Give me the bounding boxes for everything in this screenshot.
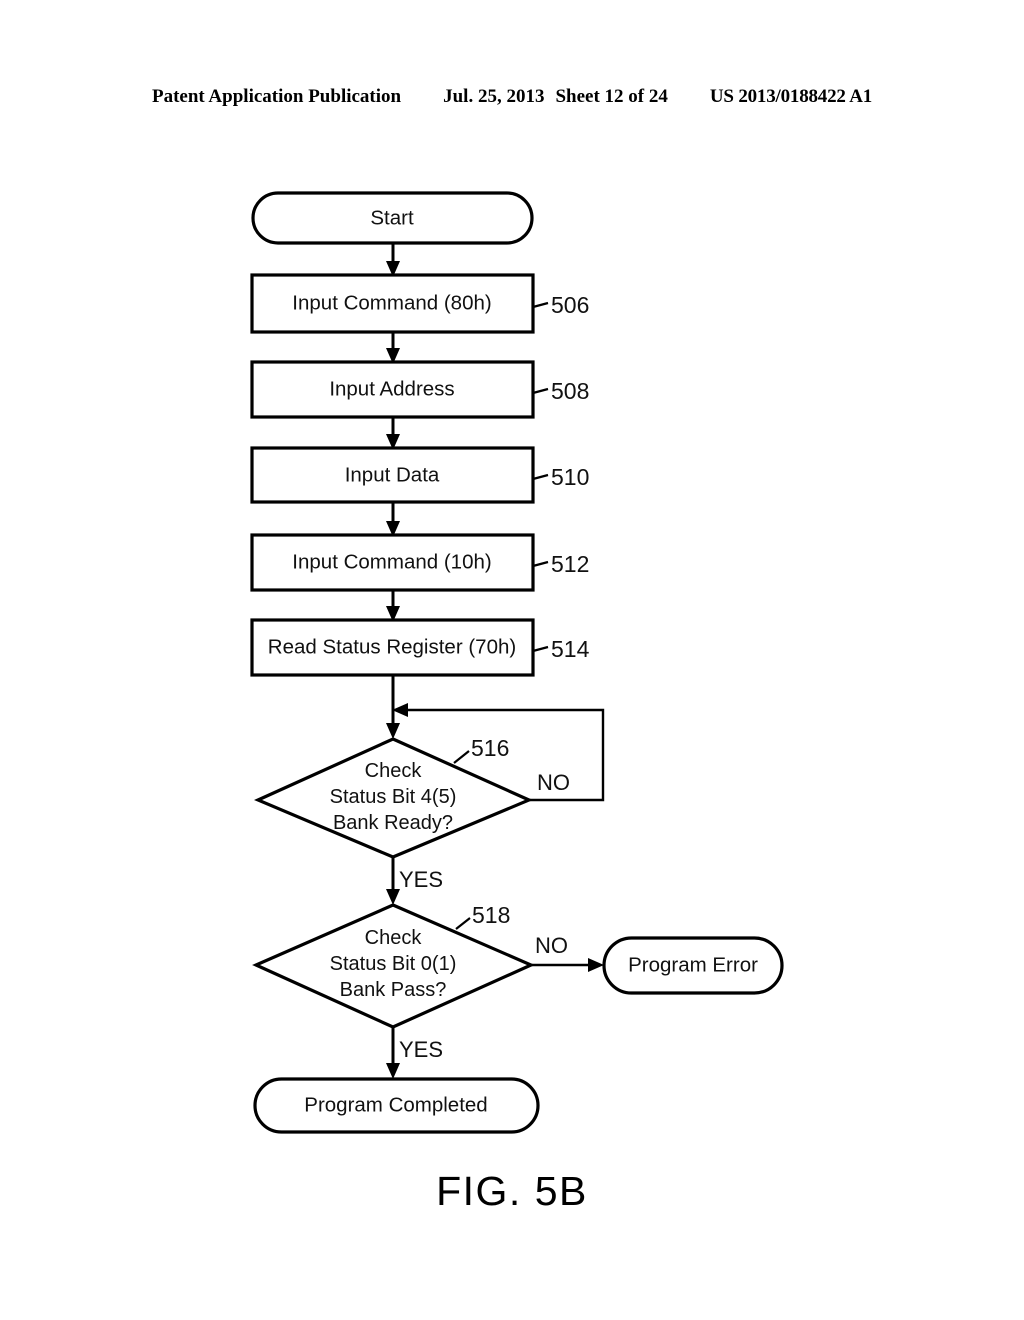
ref-number-512: 512	[551, 551, 589, 577]
ref-number-516: 516	[471, 735, 509, 761]
ref-number-506: 506	[551, 292, 589, 318]
connector-510-to-512	[386, 502, 400, 537]
decision-518-line2: Status Bit 0(1)	[330, 953, 457, 975]
node-program-error-label: Program Error	[628, 953, 758, 976]
branch-label-516-yes: YES	[399, 867, 443, 892]
branch-label-518-yes: YES	[399, 1037, 443, 1062]
node-514-label: Read Status Register (70h)	[268, 635, 516, 658]
connector-start-to-506	[386, 243, 400, 277]
patent-figure-page: Patent Application Publication Jul. 25, …	[0, 0, 1024, 1320]
decision-check-status-bit-4-5-bank-ready: Check Status Bit 4(5) Bank Ready? 516 NO…	[254, 735, 570, 892]
ref-number-508: 508	[551, 378, 589, 404]
ref-number-510: 510	[551, 464, 589, 490]
decision-518-line1: Check	[365, 927, 423, 949]
connector-508-to-510	[386, 417, 400, 450]
node-program-completed: Program Completed	[253, 1077, 540, 1134]
node-program-completed-label: Program Completed	[304, 1093, 487, 1116]
ref-number-514: 514	[551, 636, 590, 662]
decision-518-line3: Bank Pass?	[340, 979, 447, 1001]
node-input-address: Input Address 508	[250, 360, 589, 419]
ref-number-518: 518	[472, 902, 510, 928]
node-input-data: Input Data 510	[250, 446, 589, 504]
connector-512-to-514	[386, 590, 400, 622]
node-512-label: Input Command (10h)	[292, 550, 491, 573]
node-read-status-register-70h: Read Status Register (70h) 514	[250, 618, 590, 677]
branch-label-516-no: NO	[537, 770, 570, 795]
node-input-command-10h: Input Command (10h) 512	[250, 533, 589, 592]
connector-514-to-516	[386, 675, 400, 739]
node-start-label: Start	[370, 206, 414, 229]
node-506-label: Input Command (80h)	[292, 291, 491, 314]
decision-516-line3: Bank Ready?	[333, 812, 453, 834]
decision-check-status-bit-0-1-bank-pass: Check Status Bit 0(1) Bank Pass? 518 NO …	[252, 902, 568, 1062]
connector-506-to-508	[386, 332, 400, 364]
node-program-error: Program Error	[602, 936, 784, 995]
decision-516-line1: Check	[365, 760, 423, 782]
node-508-label: Input Address	[329, 377, 454, 400]
decision-516-line2: Status Bit 4(5)	[330, 786, 457, 808]
node-input-command-80h: Input Command (80h) 506	[250, 273, 589, 334]
figure-caption: FIG. 5B	[436, 1168, 588, 1214]
branch-label-518-no: NO	[535, 933, 568, 958]
connector-518-yes-to-program-completed	[386, 1027, 400, 1079]
node-510-label: Input Data	[345, 463, 440, 486]
connector-518-no-to-program-error	[531, 958, 604, 972]
connector-516-yes-to-518	[386, 857, 400, 905]
node-start: Start	[251, 191, 534, 245]
flowchart-diagram: Start Input Command (80h) 506 Input Addr…	[250, 191, 784, 1134]
